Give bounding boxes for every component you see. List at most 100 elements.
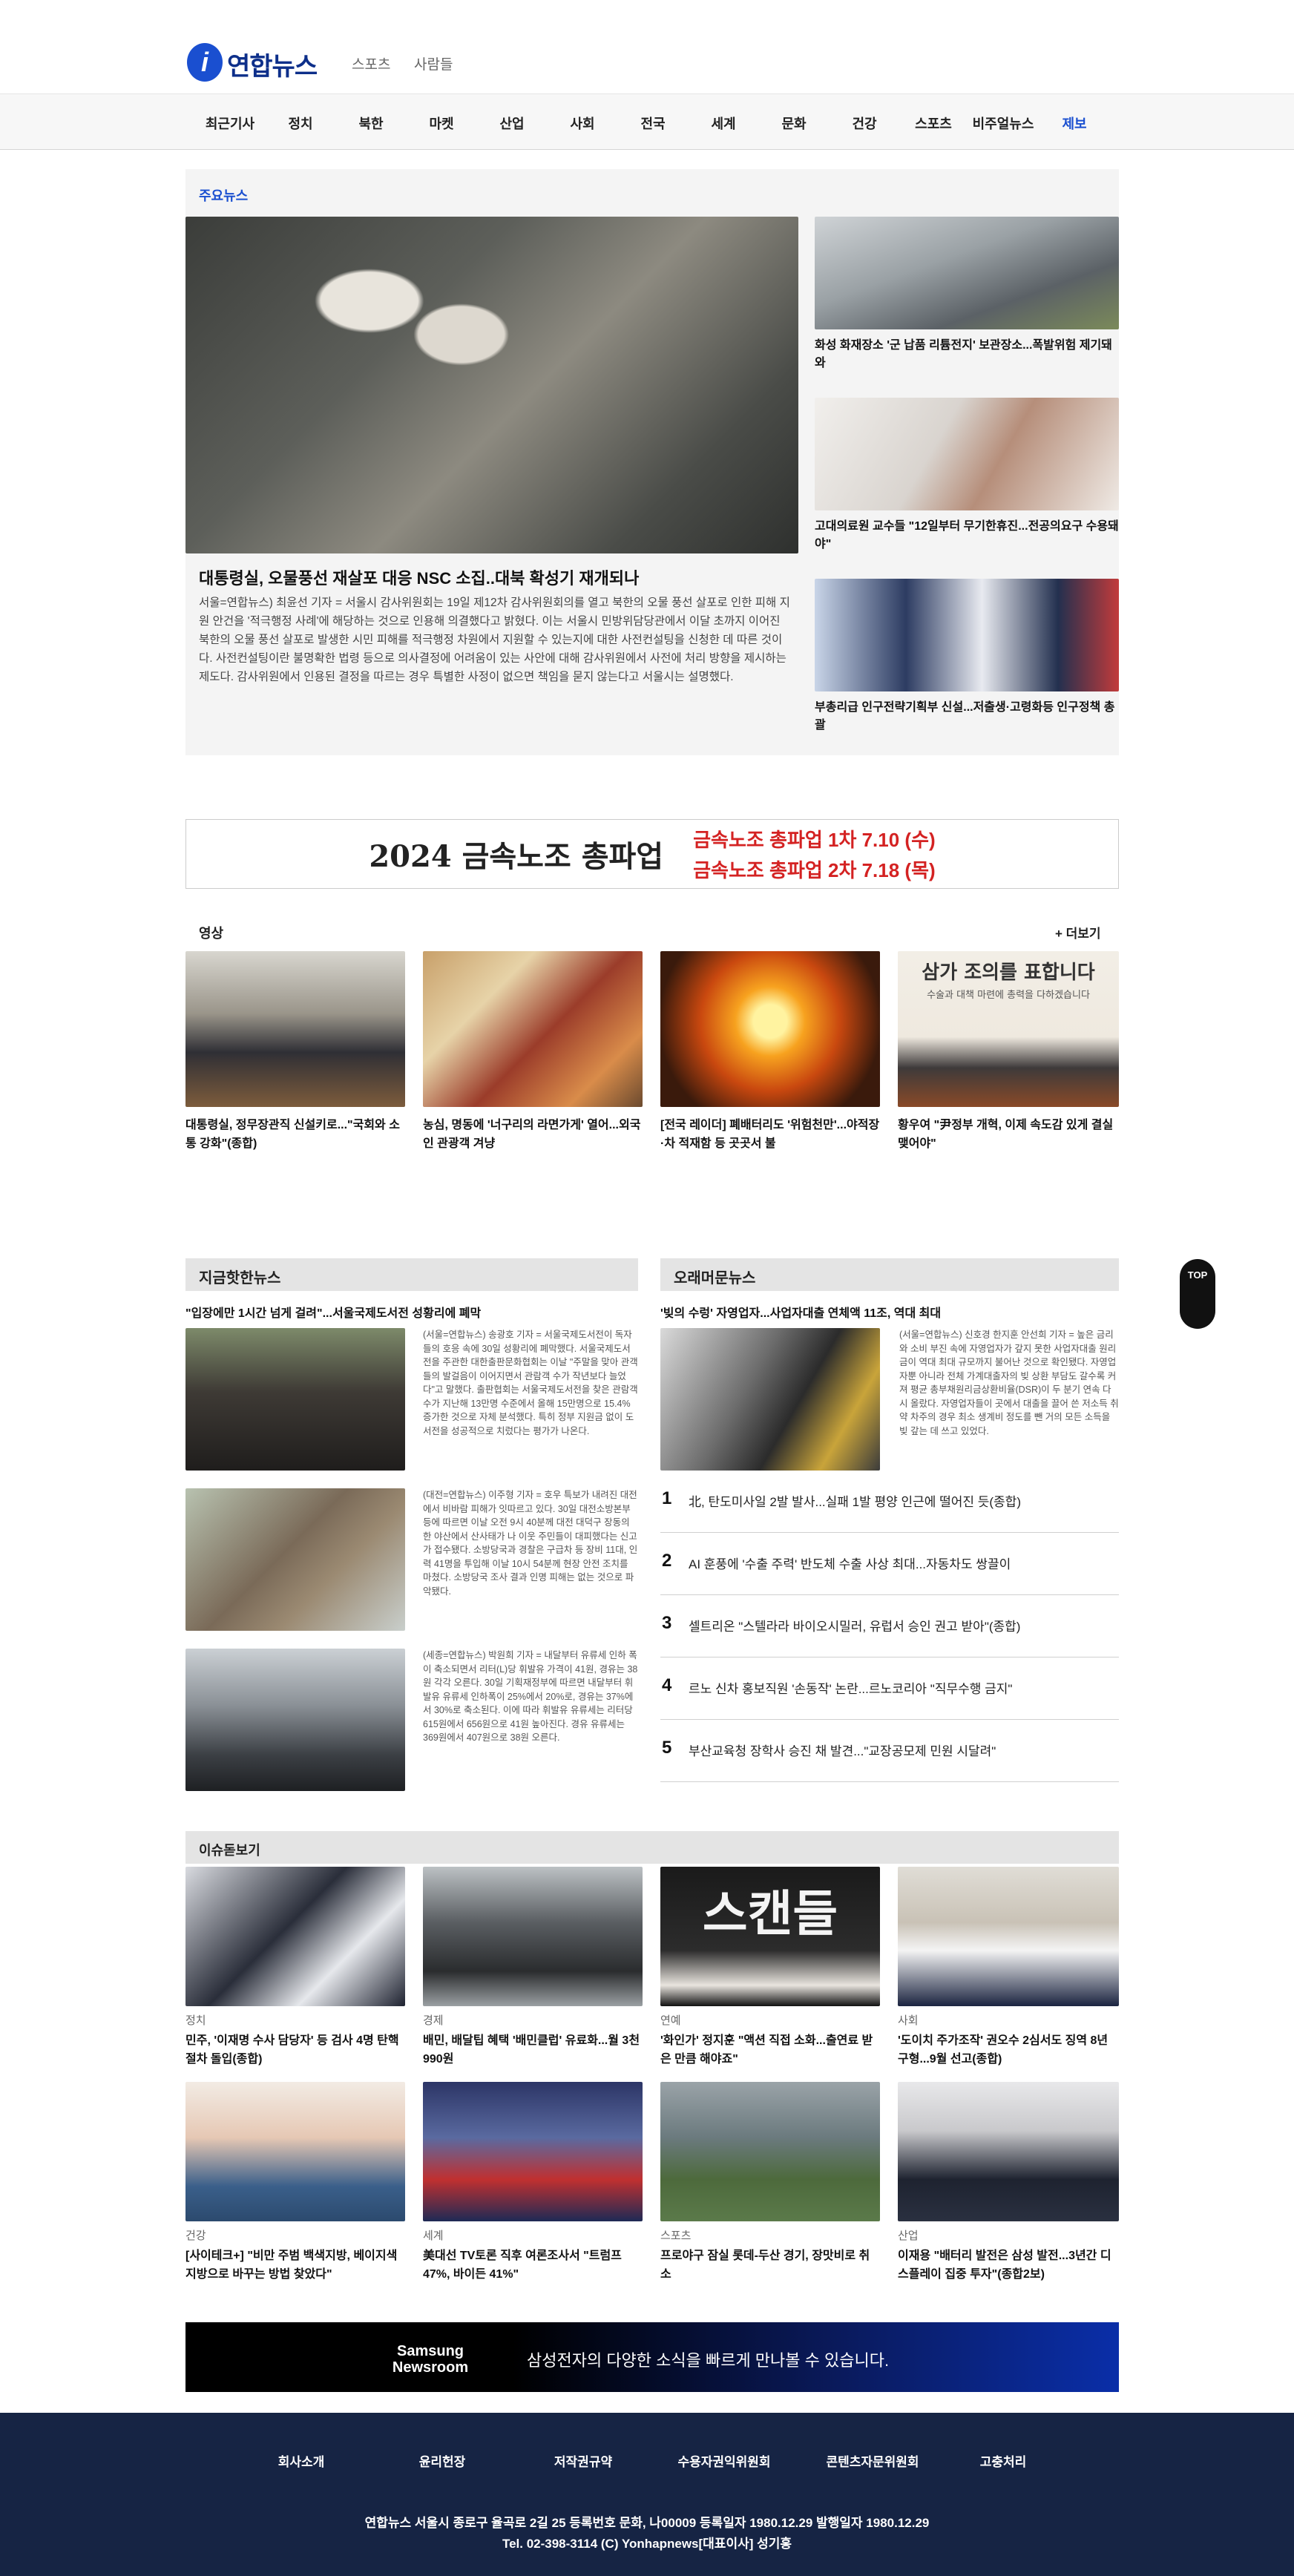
rank-number: 4	[662, 1675, 672, 1695]
logo-icon[interactable]: i	[187, 43, 223, 82]
sub-link-people[interactable]: 사람들	[414, 53, 453, 73]
rank-item[interactable]: 3 셀트리온 "스텔라라 바이오시밀러, 유럽서 승인 권고 받아"(종합)	[660, 1595, 1119, 1657]
issue-title[interactable]: 프로야구 잠실 롯데-두산 경기, 장맛비로 취소	[660, 2247, 880, 2284]
hot-news-text-2: (대전=연합뉴스) 이주형 기자 = 호우 특보가 내려진 대전에서 비바람 피…	[423, 1490, 638, 1597]
rank-item[interactable]: 4 르노 신차 홍보직원 '손동작' 논란...르노코리아 "직무수행 금지"	[660, 1657, 1119, 1720]
issue-title[interactable]: 민주, '이재명 수사 담당자' 등 검사 4명 탄핵 절차 돌입(종합)	[185, 2031, 405, 2069]
rank-item[interactable]: 5 부산교육청 장학사 승진 채 발견..."교장공모제 민원 시달려"	[660, 1720, 1119, 1782]
issue-image-7[interactable]	[660, 2082, 880, 2221]
video-more-link[interactable]: + 더보기	[1055, 923, 1101, 942]
side-news-title-1[interactable]: 화성 화재장소 '군 납품 리튬전지' 보관장소...폭발위험 제기돼와	[815, 337, 1119, 372]
issue-image-4[interactable]	[898, 1867, 1119, 2006]
samsung-newsroom-banner[interactable]: Samsung Newsroom 삼성전자의 다양한 소식을 빠르게 만나볼 수…	[185, 2322, 1119, 2392]
nav-item-culture[interactable]: 문화	[781, 114, 806, 133]
popular-news-image[interactable]	[660, 1328, 880, 1471]
side-news-title-3[interactable]: 부총리급 인구전략기획부 신설...저출생·고령화등 인구정책 총괄	[815, 699, 1119, 735]
hero-image[interactable]	[185, 217, 798, 553]
nav-item-visual[interactable]: 비주얼뉴스	[973, 114, 1034, 133]
issue-title[interactable]: '화인가' 정지훈 "액션 직접 소화...출연료 받은 만큼 해야죠"	[660, 2031, 880, 2069]
nav-item-health[interactable]: 건강	[852, 114, 876, 133]
video-title-4[interactable]: 황우여 "尹정부 개혁, 이제 속도감 있게 결실 맺어야"	[898, 1116, 1117, 1153]
video-thumb-4-caption: 삼가 조의를 표합니다	[922, 962, 1095, 984]
video-title-3[interactable]: [전국 레이더] 폐배터리도 '위험천만'...야적장·차 적재함 등 곳곳서 …	[660, 1116, 880, 1153]
footer-info-line-1: 연합뉴스 서울시 종로구 율곡로 2길 25 등록번호 문화, 나00009 등…	[364, 2516, 930, 2530]
rank-number: 1	[662, 1488, 672, 1508]
hot-news-headline[interactable]: "입장에만 1시간 넘게 걸려"...서울국제도서전 성황리에 폐막	[185, 1303, 638, 1321]
rank-number: 5	[662, 1738, 672, 1758]
banner-line-2: 금속노조 총파업 2차 7.18 (목)	[693, 859, 936, 881]
issue-image-8[interactable]	[898, 2082, 1119, 2221]
nav-item-nation[interactable]: 전국	[640, 114, 665, 133]
issue-title[interactable]: 배민, 배달팁 혜택 '배민클럽' 유료화...월 3천990원	[423, 2031, 643, 2069]
nav-item-latest[interactable]: 최근기사	[206, 114, 254, 133]
footer-info-line-2: Tel. 02-398-3114 (C) Yonhapnews[대표이사] 성기…	[502, 2537, 792, 2551]
issue-category: 정치	[185, 2014, 206, 2027]
scroll-top-button[interactable]: TOP	[1180, 1259, 1215, 1329]
samsung-text: 삼성전자의 다양한 소식을 빠르게 만나볼 수 있습니다.	[527, 2351, 890, 2370]
issue-category: 경제	[423, 2014, 444, 2027]
issue-image-3-text: 스캔들	[702, 1885, 838, 1942]
strike-banner-ad[interactable]: 2024 금속노조 총파업 금속노조 총파업 1차 7.10 (수) 금속노조 …	[185, 819, 1119, 889]
issue-header-bar	[185, 1831, 1119, 1864]
issue-image-5[interactable]	[185, 2082, 405, 2221]
video-thumb-1[interactable]	[185, 951, 405, 1107]
rank-title[interactable]: AI 훈풍에 '수출 주력' 반도체 수출 사상 최대...자동차도 쌍끌이	[689, 1554, 1011, 1572]
nav-item-north-korea[interactable]: 북한	[358, 114, 383, 133]
issue-label: 이슈돋보기	[199, 1843, 260, 1858]
issue-title[interactable]: 美대선 TV토론 직후 여론조사서 "트럼프 47%, 바이든 41%"	[423, 2247, 643, 2284]
footer: 회사소개 윤리헌장 저작권규약 수용자권익위원회 콘텐츠자문위원회 고충처리 연…	[0, 2413, 1294, 2576]
nav-item-report[interactable]: 제보	[1062, 114, 1086, 133]
issue-image-6[interactable]	[423, 2082, 643, 2221]
hot-news-text-3: (세종=연합뉴스) 박원희 기자 = 내달부터 유류세 인하 폭이 축소되면서 …	[423, 1650, 638, 1743]
video-title-1[interactable]: 대통령실, 정무장관직 신설키로..."국회와 소통 강화"(종합)	[185, 1116, 405, 1153]
side-news-image-2[interactable]	[815, 398, 1119, 510]
issue-category: 스포츠	[660, 2230, 692, 2242]
rank-item[interactable]: 1 北, 탄도미사일 2발 발사...실패 1발 평양 인근에 떨어진 듯(종합…	[660, 1471, 1119, 1533]
video-thumb-4-sub: 수술과 대책 마련에 총력을 다하겠습니다	[927, 990, 1090, 1001]
sub-link-sports[interactable]: 스포츠	[352, 53, 390, 73]
nav-item-sports[interactable]: 스포츠	[915, 114, 952, 133]
footer-link-copyright[interactable]: 저작권규약	[554, 2451, 612, 2470]
footer-link-company[interactable]: 회사소개	[278, 2451, 325, 2470]
nav-item-industry[interactable]: 산업	[499, 114, 524, 133]
footer-link-reader-rights[interactable]: 수용자권익위원회	[677, 2451, 770, 2470]
popular-news-headline[interactable]: '빚의 수렁' 자영업자...사업자대출 연체액 11조, 역대 최대	[660, 1303, 1119, 1321]
footer-link-grievance[interactable]: 고충처리	[980, 2451, 1027, 2470]
issue-image-2[interactable]	[423, 1867, 643, 2006]
issue-title[interactable]: 이재용 "배터리 발전은 삼성 발전...3년간 디스플레이 집중 투자"(종합…	[898, 2247, 1117, 2284]
issue-title[interactable]: '도이치 주가조작' 권오수 2심서도 징역 8년 구형...9월 선고(종합)	[898, 2031, 1117, 2069]
issue-image-1[interactable]	[185, 1867, 405, 2006]
side-news-title-2[interactable]: 고대의료원 교수들 "12일부터 무기한휴진...전공의요구 수용돼야"	[815, 518, 1119, 553]
hot-news-image-2[interactable]	[185, 1488, 405, 1631]
rank-item[interactable]: 2 AI 훈풍에 '수출 주력' 반도체 수출 사상 최대...자동차도 쌍끌이	[660, 1533, 1119, 1595]
issue-category: 연예	[660, 2014, 681, 2027]
nav-item-world[interactable]: 세계	[711, 114, 735, 133]
rank-title[interactable]: 르노 신차 홍보직원 '손동작' 논란...르노코리아 "직무수행 금지"	[689, 1678, 1012, 1697]
footer-link-ethics[interactable]: 윤리헌장	[419, 2451, 466, 2470]
rank-title[interactable]: 北, 탄도미사일 2발 발사...실패 1발 평양 인근에 떨어진 듯(종합)	[689, 1491, 1021, 1510]
footer-link-content-advisory[interactable]: 콘텐츠자문위원회	[826, 2451, 919, 2470]
issue-category: 산업	[898, 2230, 919, 2242]
video-title-2[interactable]: 농심, 명동에 '너구리의 라면가게' 열어...외국인 관광객 겨냥	[423, 1116, 643, 1153]
rank-title[interactable]: 셀트리온 "스텔라라 바이오시밀러, 유럽서 승인 권고 받아"(종합)	[689, 1616, 1020, 1634]
nav-item-society[interactable]: 사회	[570, 114, 594, 133]
site-logo[interactable]: 연합뉴스	[227, 46, 318, 82]
video-thumb-3[interactable]	[660, 951, 880, 1107]
rank-title[interactable]: 부산교육청 장학사 승진 채 발견..."교장공모제 민원 시달려"	[689, 1741, 996, 1759]
side-news-image-1[interactable]	[815, 217, 1119, 329]
video-thumb-2[interactable]	[423, 951, 643, 1107]
issue-title[interactable]: [사이테크+] "비만 주범 백색지방, 베이지색 지방으로 바꾸는 방법 찾았…	[185, 2247, 405, 2284]
hero-title[interactable]: 대통령실, 오물풍선 재살포 대응 NSC 소집..대북 확성기 재개되나	[199, 565, 639, 589]
hot-news-text-1: (서울=연합뉴스) 송광호 기자 = 서울국제도서전이 독자들의 호응 속에 3…	[423, 1330, 638, 1436]
rank-number: 3	[662, 1613, 672, 1633]
side-news-image-3[interactable]	[815, 579, 1119, 691]
nav-item-market[interactable]: 마켓	[429, 114, 453, 133]
hot-news-image-1[interactable]	[185, 1328, 405, 1471]
hot-news-image-3[interactable]	[185, 1649, 405, 1791]
banner-line-1: 금속노조 총파업 1차 7.10 (수)	[693, 829, 936, 851]
hero-summary: 서울=연합뉴스) 최윤선 기자 = 서울시 감사위원회는 19일 제12차 감사…	[199, 597, 790, 683]
main-news-label: 주요뉴스	[199, 188, 249, 203]
issue-category: 건강	[185, 2230, 206, 2242]
nav-item-politics[interactable]: 정치	[288, 114, 312, 133]
main-nav: 최근기사 정치 북한 마켓 산업 사회 전국 세계 문화 건강 스포츠 비주얼뉴…	[0, 93, 1294, 150]
